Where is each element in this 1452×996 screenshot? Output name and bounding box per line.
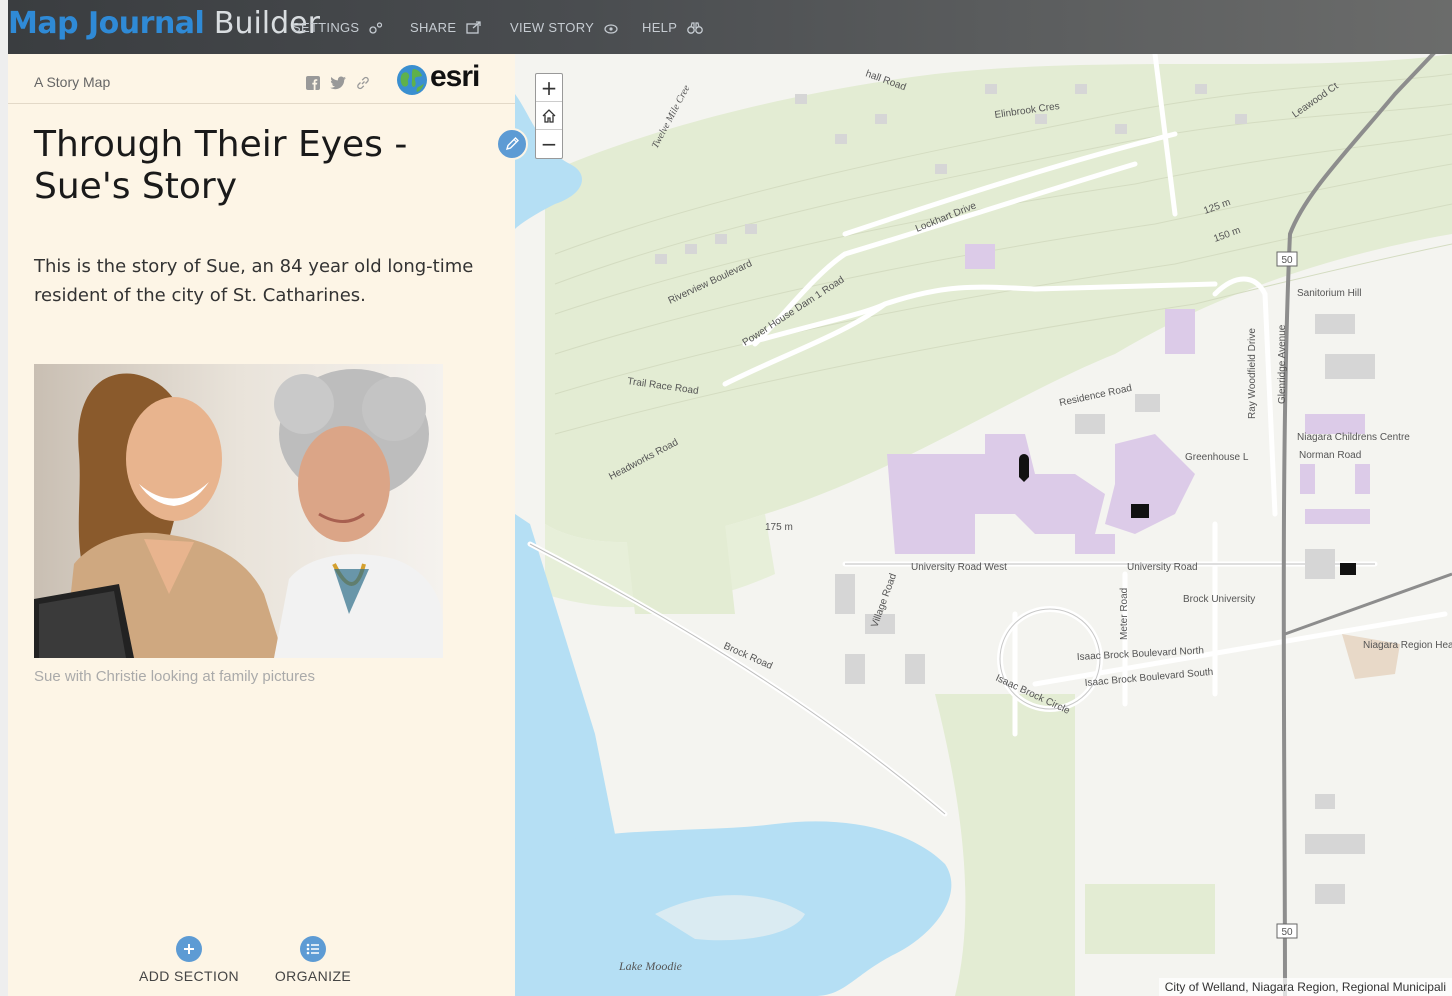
view-story-label: VIEW STORY	[510, 20, 594, 35]
map-label-norman: Norman Road	[1299, 450, 1361, 461]
map-label-greenhouse: Greenhouse L	[1185, 452, 1249, 463]
builder-brand: Map Journal Builder	[8, 6, 320, 41]
eye-icon	[604, 24, 618, 34]
home-button[interactable]	[536, 102, 562, 130]
photo-illustration	[34, 364, 443, 658]
plus-icon	[176, 936, 202, 962]
link-icon[interactable]	[356, 76, 370, 90]
add-section-button[interactable]: ADD SECTION	[134, 936, 244, 984]
home-icon	[542, 108, 556, 123]
builder-toolbar: Map Journal Builder SETTINGS SHARE VIEW …	[0, 0, 1452, 54]
brand-primary: Map Journal	[8, 6, 205, 41]
story-map-tag[interactable]: A Story Map	[34, 74, 110, 90]
map-label-contour-175: 175 m	[765, 522, 793, 533]
route-50-shield-top: 50	[1276, 251, 1298, 267]
photo-caption[interactable]: Sue with Christie looking at family pict…	[34, 668, 315, 685]
zoom-out-button[interactable]: −	[536, 130, 562, 158]
zoom-in-button[interactable]: +	[536, 74, 562, 102]
route-50-shield-bottom: 50	[1276, 923, 1298, 939]
story-intro-text[interactable]: This is the story of Sue, an 84 year old…	[34, 252, 484, 310]
help-label: HELP	[642, 20, 677, 35]
map-label-university-west: University Road West	[911, 562, 1007, 573]
cafe-icon[interactable]	[1340, 563, 1356, 575]
share-label: SHARE	[410, 20, 457, 35]
school-icon[interactable]	[1131, 504, 1149, 518]
map-label-meter: Meter Road	[1119, 588, 1130, 640]
map-label-university-east: University Road	[1127, 562, 1198, 573]
story-title[interactable]: Through Their Eyes - Sue's Story	[34, 124, 474, 208]
svg-text:50: 50	[1281, 255, 1293, 266]
facebook-icon[interactable]	[306, 76, 320, 90]
map-label-brock-university: Brock University	[1183, 594, 1255, 605]
panel-header: A Story Map esri	[8, 54, 515, 104]
share-icon	[466, 21, 481, 34]
globe-icon	[397, 65, 427, 95]
settings-icon	[369, 22, 383, 34]
map-label-glenridge: Glenridge Avenue	[1277, 324, 1288, 404]
map-label-region-hq: Niagara Region Headquarters	[1363, 640, 1452, 651]
twitter-icon[interactable]	[330, 76, 346, 90]
edit-section-button[interactable]	[496, 128, 528, 160]
organize-button[interactable]: ORGANIZE	[270, 936, 356, 984]
settings-button[interactable]: SETTINGS	[292, 20, 383, 35]
map-view[interactable]: 50 50 Twelve Mile Cree hall Road Elinbro…	[515, 54, 1452, 996]
view-story-button[interactable]: VIEW STORY	[510, 20, 618, 35]
add-section-label: ADD SECTION	[138, 968, 240, 984]
list-icon	[300, 936, 326, 962]
map-label-sanitorium: Sanitorium Hill	[1297, 288, 1361, 299]
story-photo[interactable]	[34, 364, 443, 658]
map-attribution[interactable]: City of Welland, Niagara Region, Regiona…	[1158, 978, 1452, 996]
esri-wordmark: esri	[430, 60, 480, 93]
binoculars-icon	[687, 22, 703, 34]
map-label-lake-moodie: Lake Moodie	[618, 959, 683, 973]
svg-text:50: 50	[1281, 927, 1293, 938]
basemap[interactable]: 50 50 Twelve Mile Cree hall Road Elinbro…	[515, 54, 1452, 996]
organize-label: ORGANIZE	[274, 968, 352, 984]
zoom-controls: + −	[535, 73, 563, 159]
help-button[interactable]: HELP	[642, 20, 703, 35]
map-label-ray-woodfield: Ray Woodfield Drive	[1247, 328, 1258, 419]
share-button[interactable]: SHARE	[410, 20, 482, 35]
map-label-childrens: Niagara Childrens Centre	[1297, 432, 1410, 443]
settings-label: SETTINGS	[292, 20, 360, 35]
pencil-icon	[505, 137, 519, 151]
map-pin-icon[interactable]	[1019, 454, 1029, 482]
story-panel: A Story Map esri Through Their Eyes - Su…	[0, 54, 515, 996]
